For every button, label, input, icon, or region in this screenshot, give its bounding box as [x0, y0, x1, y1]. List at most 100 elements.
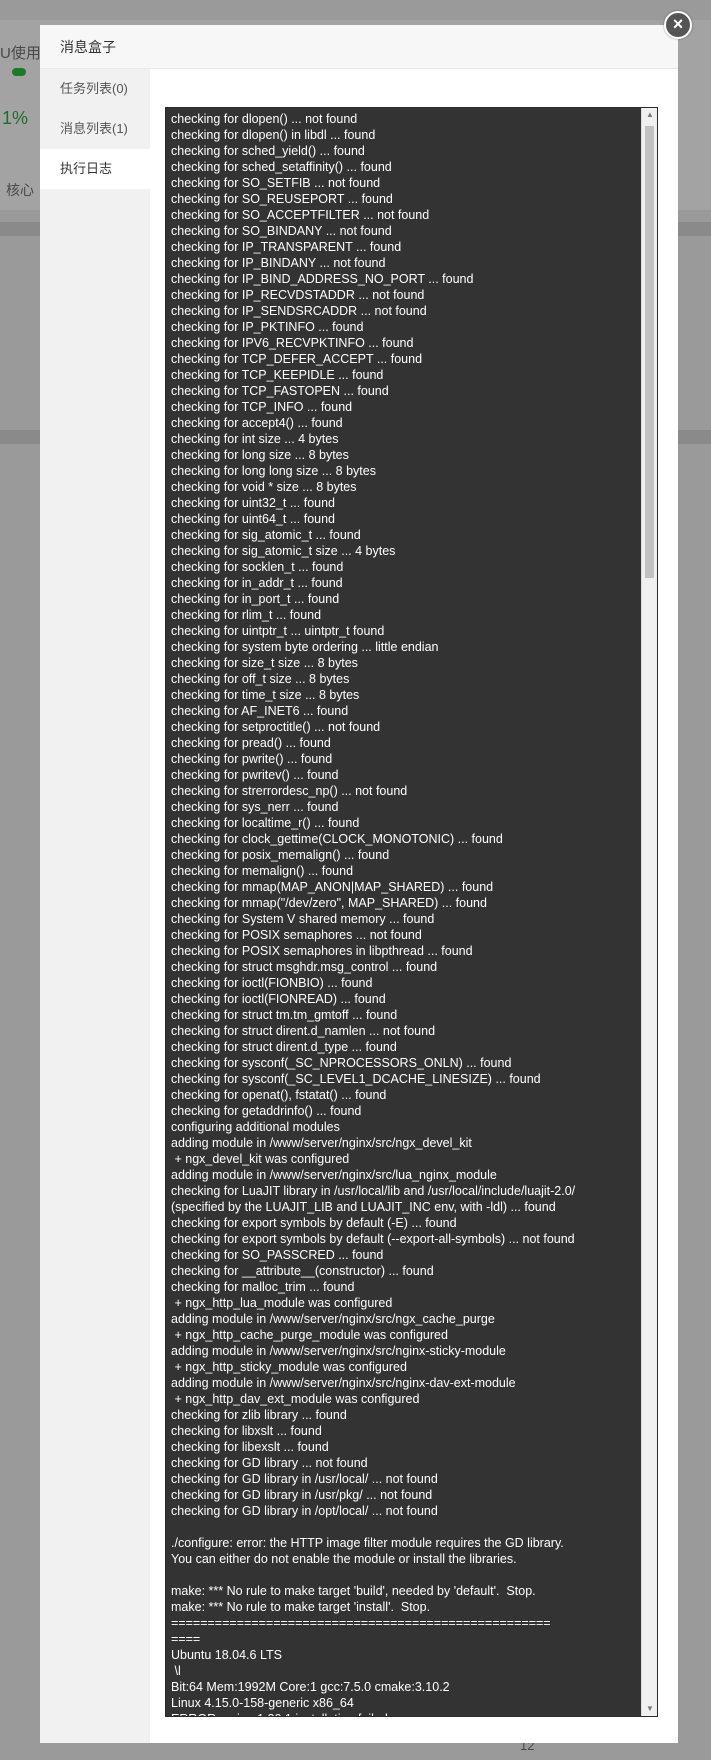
log-line: ERROR: nginx-1.20.1 installation failed.	[171, 1711, 637, 1716]
log-line: make: *** No rule to make target 'instal…	[171, 1600, 431, 1614]
log-line: checking for libxslt ... found	[171, 1424, 322, 1438]
log-line: checking for int size ... 4 bytes	[171, 432, 339, 446]
log-line: checking for uintptr_t ... uintptr_t fou…	[171, 624, 385, 638]
log-line	[171, 1567, 637, 1583]
log-line: checking for uint32_t ... found	[171, 496, 335, 510]
log-line: adding module in /www/server/nginx/src/l…	[171, 1168, 497, 1182]
scroll-down-icon[interactable]: ▼	[646, 1704, 654, 1714]
log-line: adding module in /www/server/nginx/src/n…	[171, 1136, 472, 1150]
log-line: checking for long size ... 8 bytes	[171, 448, 349, 462]
log-line: checking for pwritev() ... found	[171, 768, 339, 782]
log-line: Bit:64 Mem:1992M Core:1 gcc:7.5.0 cmake:…	[171, 1680, 450, 1694]
log-line: checking for system byte ordering ... li…	[171, 640, 439, 654]
log-line: adding module in /www/server/nginx/src/n…	[171, 1376, 516, 1390]
log-line: checking for sys_nerr ... found	[171, 800, 339, 814]
log-line: ====	[171, 1632, 201, 1646]
log-line: checking for SO_SETFIB ... not found	[171, 176, 381, 190]
log-line: checking for AF_INET6 ... found	[171, 704, 349, 718]
tab-task-list[interactable]: 任务列表(0)	[40, 69, 150, 109]
log-line: adding module in /www/server/nginx/src/n…	[171, 1312, 495, 1326]
scroll-up-icon[interactable]: ▲	[646, 110, 654, 120]
modal-body: 任务列表(0) 消息列表(1) 执行日志 checking for dlopen…	[40, 69, 678, 1743]
log-line: checking for SO_REUSEPORT ... found	[171, 192, 393, 206]
log-line: checking for System V shared memory ... …	[171, 912, 435, 926]
log-line: checking for ioctl(FIONBIO) ... found	[171, 976, 373, 990]
modal-sidebar: 任务列表(0) 消息列表(1) 执行日志	[40, 69, 150, 1743]
log-line: checking for IP_PKTINFO ... found	[171, 320, 364, 334]
log-line: checking for POSIX semaphores in libpthr…	[171, 944, 473, 958]
log-line: checking for void * size ... 8 bytes	[171, 480, 357, 494]
log-line: checking for in_addr_t ... found	[171, 576, 343, 590]
log-line: configuring additional modules	[171, 1120, 340, 1134]
log-line: make: *** No rule to make target 'build'…	[171, 1584, 536, 1598]
log-line: checking for IP_SENDSRCADDR ... not foun…	[171, 304, 427, 318]
log-line: checking for zlib library ... found	[171, 1408, 347, 1422]
log-line: checking for export symbols by default (…	[171, 1216, 457, 1230]
log-line: checking for sig_atomic_t size ... 4 byt…	[171, 544, 396, 558]
modal-title: 消息盒子	[60, 38, 116, 55]
log-line: checking for socklen_t ... found	[171, 560, 344, 574]
modal-header: 消息盒子	[40, 25, 678, 69]
log-line: checking for struct msghdr.msg_control .…	[171, 960, 438, 974]
log-line: checking for export symbols by default (…	[171, 1232, 575, 1246]
tab-message-list[interactable]: 消息列表(1)	[40, 109, 150, 149]
log-line: checking for TCP_KEEPIDLE ... found	[171, 368, 384, 382]
log-line: ========================================…	[171, 1616, 551, 1630]
cpu-core-label: 核心	[6, 182, 34, 198]
log-line: checking for sysconf(_SC_NPROCESSORS_ONL…	[171, 1056, 512, 1070]
log-line: checking for IP_BIND_ADDRESS_NO_PORT ...…	[171, 272, 474, 286]
log-line: checking for pwrite() ... found	[171, 752, 333, 766]
log-line: + ngx_http_sticky_module was configured	[171, 1360, 407, 1374]
log-line: checking for TCP_FASTOPEN ... found	[171, 384, 389, 398]
log-line: checking for LuaJIT library in /usr/loca…	[171, 1184, 576, 1198]
cpu-gauge-indicator	[12, 68, 26, 76]
log-line: + ngx_http_cache_purge_module was config…	[171, 1328, 448, 1342]
execution-log-console[interactable]: checking for dlopen() ... not found check…	[165, 107, 658, 1717]
log-line: checking for IP_RECVDSTADDR ... not foun…	[171, 288, 425, 302]
scroll-thumb[interactable]	[645, 126, 654, 578]
log-line: checking for SO_BINDANY ... not found	[171, 224, 392, 238]
close-icon[interactable]: ×	[664, 11, 692, 39]
log-line: + ngx_http_lua_module was configured	[171, 1296, 393, 1310]
log-line: checking for SO_ACCEPTFILTER ... not fou…	[171, 208, 430, 222]
log-line: Linux 4.15.0-158-generic x86_64	[171, 1696, 354, 1710]
log-line: checking for malloc_trim ... found	[171, 1280, 355, 1294]
log-line: checking for pread() ... found	[171, 736, 331, 750]
log-content-area: checking for dlopen() ... not found check…	[150, 69, 678, 1743]
log-line: checking for mmap(MAP_ANON|MAP_SHARED) .…	[171, 880, 494, 894]
log-line: checking for strerrordesc_np() ... not f…	[171, 784, 408, 798]
log-line: checking for __attribute__(constructor) …	[171, 1264, 434, 1278]
log-line: checking for GD library ... not found	[171, 1456, 368, 1470]
log-line: checking for setproctitle() ... not foun…	[171, 720, 381, 734]
log-line: checking for TCP_INFO ... found	[171, 400, 353, 414]
log-line: checking for struct dirent.d_namlen ... …	[171, 1024, 436, 1038]
log-line: checking for dlopen() ... not found	[171, 112, 358, 126]
log-line: adding module in /www/server/nginx/src/n…	[171, 1344, 506, 1358]
log-line: checking for long long size ... 8 bytes	[171, 464, 376, 478]
log-line	[171, 1519, 637, 1535]
log-line: checking for sig_atomic_t ... found	[171, 528, 361, 542]
message-box-modal: 消息盒子 任务列表(0) 消息列表(1) 执行日志 checking for d…	[40, 25, 678, 1743]
log-line: (specified by the LUAJIT_LIB and LUAJIT_…	[171, 1200, 556, 1214]
log-line: ./configure: error: the HTTP image filte…	[171, 1536, 564, 1550]
log-line: checking for sched_yield() ... found	[171, 144, 365, 158]
log-line: checking for SO_PASSCRED ... found	[171, 1248, 384, 1262]
log-line: checking for mmap("/dev/zero", MAP_SHARE…	[171, 896, 487, 910]
log-line: + ngx_http_dav_ext_module was configured	[171, 1392, 420, 1406]
log-line: checking for accept4() ... found	[171, 416, 343, 430]
cpu-usage-value: 1%	[2, 108, 29, 128]
log-line: You can either do not enable the module …	[171, 1552, 517, 1566]
log-line: checking for time_t size ... 8 bytes	[171, 688, 360, 702]
log-line: checking for IPV6_RECVPKTINFO ... found	[171, 336, 414, 350]
log-line: checking for size_t size ... 8 bytes	[171, 656, 358, 670]
log-line: checking for TCP_DEFER_ACCEPT ... found	[171, 352, 423, 366]
log-line: checking for off_t size ... 8 bytes	[171, 672, 350, 686]
tab-execution-log[interactable]: 执行日志	[40, 149, 150, 189]
log-line: checking for GD library in /opt/local/ .…	[171, 1504, 438, 1518]
log-line: checking for sysconf(_SC_LEVEL1_DCACHE_L…	[171, 1072, 541, 1086]
log-line: checking for struct dirent.d_type ... fo…	[171, 1040, 397, 1054]
log-line: checking for struct tm.tm_gmtoff ... fou…	[171, 1008, 398, 1022]
log-line: Ubuntu 18.04.6 LTS	[171, 1648, 282, 1662]
console-scrollbar[interactable]: ▲ ▼	[641, 108, 657, 1716]
log-line: checking for libexslt ... found	[171, 1440, 329, 1454]
